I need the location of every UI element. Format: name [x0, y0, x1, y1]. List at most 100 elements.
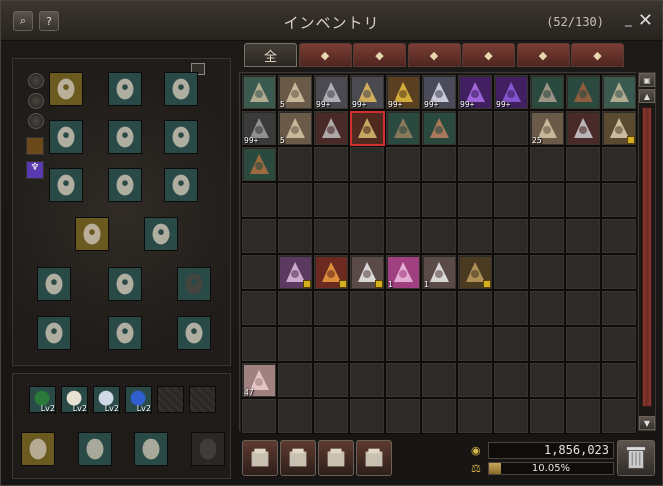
inventory-slot[interactable] — [277, 362, 313, 398]
inventory-slot[interactable] — [385, 326, 421, 362]
inventory-slot[interactable] — [277, 218, 313, 254]
inventory-slot[interactable] — [601, 398, 637, 434]
empty-quick-slot[interactable] — [189, 386, 216, 413]
inventory-slot[interactable]: 99+ — [493, 74, 529, 110]
inventory-slot[interactable] — [565, 362, 601, 398]
inventory-slot[interactable] — [421, 362, 457, 398]
inventory-slot[interactable]: 99+ — [457, 74, 493, 110]
chest-open-button[interactable] — [318, 440, 354, 476]
tab-quest[interactable]: ◆ — [516, 43, 570, 67]
inventory-slot[interactable] — [565, 146, 601, 182]
inventory-slot[interactable] — [241, 218, 277, 254]
inventory-slot[interactable] — [601, 146, 637, 182]
inventory-slot[interactable] — [421, 182, 457, 218]
scroll-down-icon[interactable]: ▼ — [639, 416, 655, 430]
scroll-up-icon[interactable]: ▲ — [639, 89, 655, 103]
tab-potion[interactable]: ◆ — [353, 43, 406, 67]
inventory-slot[interactable]: 1 — [421, 254, 457, 290]
inventory-slot[interactable] — [565, 74, 601, 110]
inventory-slot[interactable] — [313, 110, 349, 146]
inventory-slot[interactable] — [601, 218, 637, 254]
tab-material[interactable]: ◆ — [407, 43, 461, 67]
inventory-slot[interactable]: 5 — [277, 74, 313, 110]
pearl-icon[interactable]: Lv2 — [61, 386, 88, 413]
inventory-slot[interactable] — [457, 290, 493, 326]
inventory-slot[interactable] — [385, 218, 421, 254]
ring-icon[interactable] — [108, 267, 142, 301]
inventory-slot[interactable] — [313, 146, 349, 182]
talisman-icon[interactable]: ♆ — [26, 161, 44, 179]
gift-exchange-button[interactable] — [280, 440, 316, 476]
inventory-slot[interactable] — [313, 290, 349, 326]
inventory-slot[interactable] — [349, 254, 385, 290]
sun-amulet-icon[interactable] — [134, 432, 168, 466]
expand-icon[interactable]: ▣ — [639, 73, 655, 87]
inventory-slot[interactable] — [349, 110, 385, 146]
crossbow-icon[interactable] — [75, 217, 109, 251]
inventory-slot[interactable] — [493, 290, 529, 326]
inventory-slot[interactable] — [529, 362, 565, 398]
diamond-icon[interactable]: Lv2 — [93, 386, 120, 413]
inventory-slot[interactable] — [421, 398, 457, 434]
title-bar[interactable]: ⌕ ? インベントリ (52/130) _ ✕ — [1, 1, 662, 41]
inventory-slot[interactable] — [565, 110, 601, 146]
inventory-slot[interactable] — [385, 110, 421, 146]
inventory-slot[interactable] — [241, 398, 277, 434]
inventory-slot[interactable]: 99+ — [385, 74, 421, 110]
crafting-button[interactable] — [242, 440, 278, 476]
inventory-slot[interactable] — [565, 398, 601, 434]
inventory-slot[interactable] — [421, 326, 457, 362]
inventory-slot[interactable] — [457, 326, 493, 362]
inventory-slot[interactable] — [457, 254, 493, 290]
hands-icon[interactable] — [164, 120, 198, 154]
inventory-slot[interactable] — [349, 398, 385, 434]
inventory-slot[interactable] — [241, 182, 277, 218]
empty-quick-slot[interactable] — [157, 386, 184, 413]
blue-gem-icon[interactable]: Lv2 — [125, 386, 152, 413]
inventory-slot[interactable] — [241, 74, 277, 110]
inventory-slot[interactable] — [601, 110, 637, 146]
inventory-slot[interactable] — [241, 254, 277, 290]
scrollbar[interactable]: ▣ ▲ ▼ — [638, 72, 656, 431]
tab-helmet[interactable]: ◆ — [298, 43, 352, 67]
inventory-slot[interactable] — [529, 326, 565, 362]
tab-box[interactable]: ◆ — [462, 43, 515, 67]
inventory-slot[interactable] — [601, 254, 637, 290]
wings-armor-icon[interactable] — [49, 168, 83, 202]
inventory-slot[interactable] — [385, 290, 421, 326]
inventory-slot[interactable] — [457, 218, 493, 254]
inventory-slot[interactable] — [241, 146, 277, 182]
inventory-slot[interactable]: 5 — [277, 110, 313, 146]
scroll-thumb[interactable] — [642, 107, 652, 407]
inventory-slot[interactable] — [349, 326, 385, 362]
inventory-slot[interactable] — [565, 290, 601, 326]
tab-all[interactable]: 全 — [244, 43, 297, 67]
inventory-slot[interactable] — [457, 110, 493, 146]
inventory-slot[interactable]: 25 — [529, 110, 565, 146]
inventory-slot[interactable] — [421, 146, 457, 182]
inventory-slot[interactable] — [601, 74, 637, 110]
ring-icon[interactable] — [108, 316, 142, 350]
tab-gem[interactable]: ◆ — [571, 43, 624, 67]
inventory-slot[interactable] — [601, 290, 637, 326]
inventory-slot[interactable] — [601, 326, 637, 362]
pants-icon[interactable] — [108, 168, 142, 202]
inventory-slot[interactable] — [385, 362, 421, 398]
inventory-slot[interactable] — [313, 398, 349, 434]
inventory-slot[interactable] — [313, 182, 349, 218]
inventory-slot[interactable] — [601, 182, 637, 218]
inventory-slot[interactable] — [457, 362, 493, 398]
inventory-slot[interactable] — [349, 182, 385, 218]
hand-orb-icon[interactable] — [78, 432, 112, 466]
inventory-slot[interactable]: 99+ — [241, 110, 277, 146]
bracelet-slot[interactable] — [26, 137, 44, 155]
inventory-slot[interactable] — [565, 326, 601, 362]
inventory-slot[interactable] — [421, 290, 457, 326]
chest-armor-icon[interactable] — [108, 120, 142, 154]
inventory-slot[interactable] — [421, 218, 457, 254]
inventory-slot[interactable] — [277, 398, 313, 434]
trash-button[interactable] — [617, 440, 655, 476]
inventory-slot[interactable] — [313, 362, 349, 398]
inventory-slot[interactable] — [565, 254, 601, 290]
inventory-slot[interactable] — [601, 362, 637, 398]
